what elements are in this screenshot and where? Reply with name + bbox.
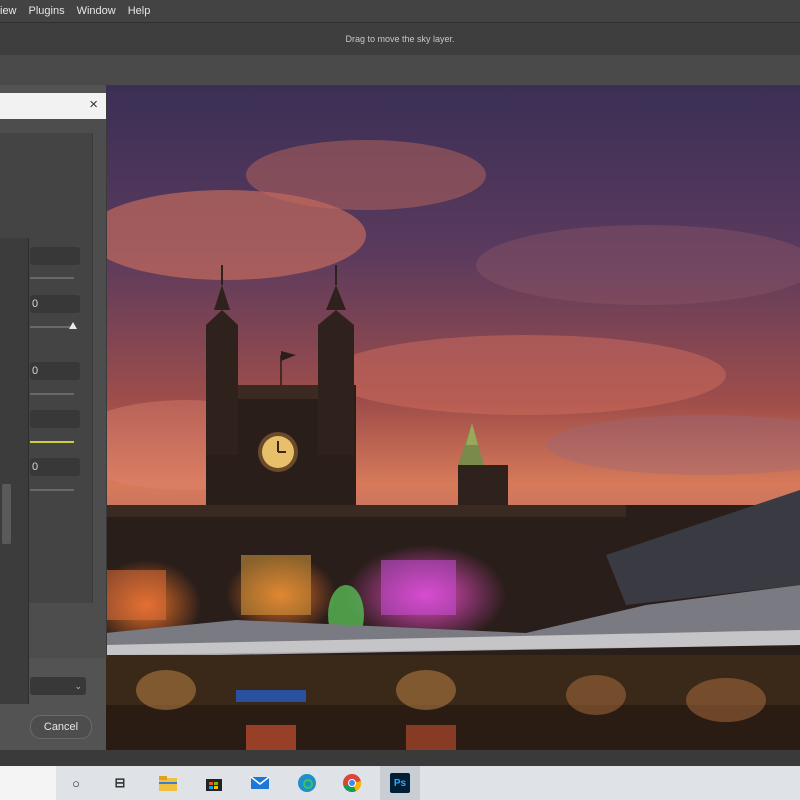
menu-view[interactable]: iew xyxy=(0,5,23,17)
setting-field-4[interactable] xyxy=(30,410,80,428)
setting-field-2[interactable]: 0 xyxy=(30,295,80,313)
setting-field-5[interactable]: 0 xyxy=(30,458,80,476)
photoshop-icon[interactable]: Ps xyxy=(390,773,410,793)
slider-thumb-2[interactable] xyxy=(69,322,77,329)
file-explorer-icon[interactable] xyxy=(158,773,178,793)
options-hint: Drag to move the sky layer. xyxy=(345,34,455,44)
canvas-image xyxy=(106,140,800,750)
edge-browser-icon[interactable] xyxy=(297,773,317,793)
setting-slider-2[interactable] xyxy=(30,326,74,328)
close-icon[interactable]: × xyxy=(89,96,98,113)
windows-taskbar: ○ ⊟ Ps xyxy=(0,766,800,800)
cortana-icon[interactable]: ○ xyxy=(66,773,86,793)
options-bar: Drag to move the sky layer. xyxy=(0,22,800,56)
setting-slider-1[interactable] xyxy=(30,277,74,279)
output-select[interactable]: ⌄ xyxy=(30,677,86,695)
menu-window[interactable]: Window xyxy=(71,5,122,17)
dialog-title-bar: × xyxy=(0,93,106,119)
status-bar xyxy=(0,750,800,766)
store-icon[interactable] xyxy=(204,773,224,793)
presets-scrollbar[interactable] xyxy=(2,484,11,544)
chevron-down-icon: ⌄ xyxy=(74,681,82,691)
menu-plugins[interactable]: Plugins xyxy=(23,5,71,17)
setting-slider-3[interactable] xyxy=(30,393,74,395)
chrome-icon[interactable] xyxy=(342,773,362,793)
mail-icon[interactable] xyxy=(250,773,270,793)
sky-presets-panel xyxy=(0,238,29,704)
taskbar-search-area[interactable] xyxy=(0,766,56,800)
menu-help[interactable]: Help xyxy=(122,5,157,17)
cancel-button[interactable]: Cancel xyxy=(30,715,92,739)
menu-bar: iew Plugins Window Help xyxy=(0,0,800,22)
document-tab-strip xyxy=(0,55,800,85)
setting-field-1[interactable] xyxy=(30,247,80,265)
color-adjust-slider[interactable] xyxy=(30,441,74,443)
document-canvas[interactable] xyxy=(106,85,800,750)
task-view-icon[interactable]: ⊟ xyxy=(110,773,130,793)
setting-slider-5[interactable] xyxy=(30,489,74,491)
setting-field-3[interactable]: 0 xyxy=(30,362,80,380)
